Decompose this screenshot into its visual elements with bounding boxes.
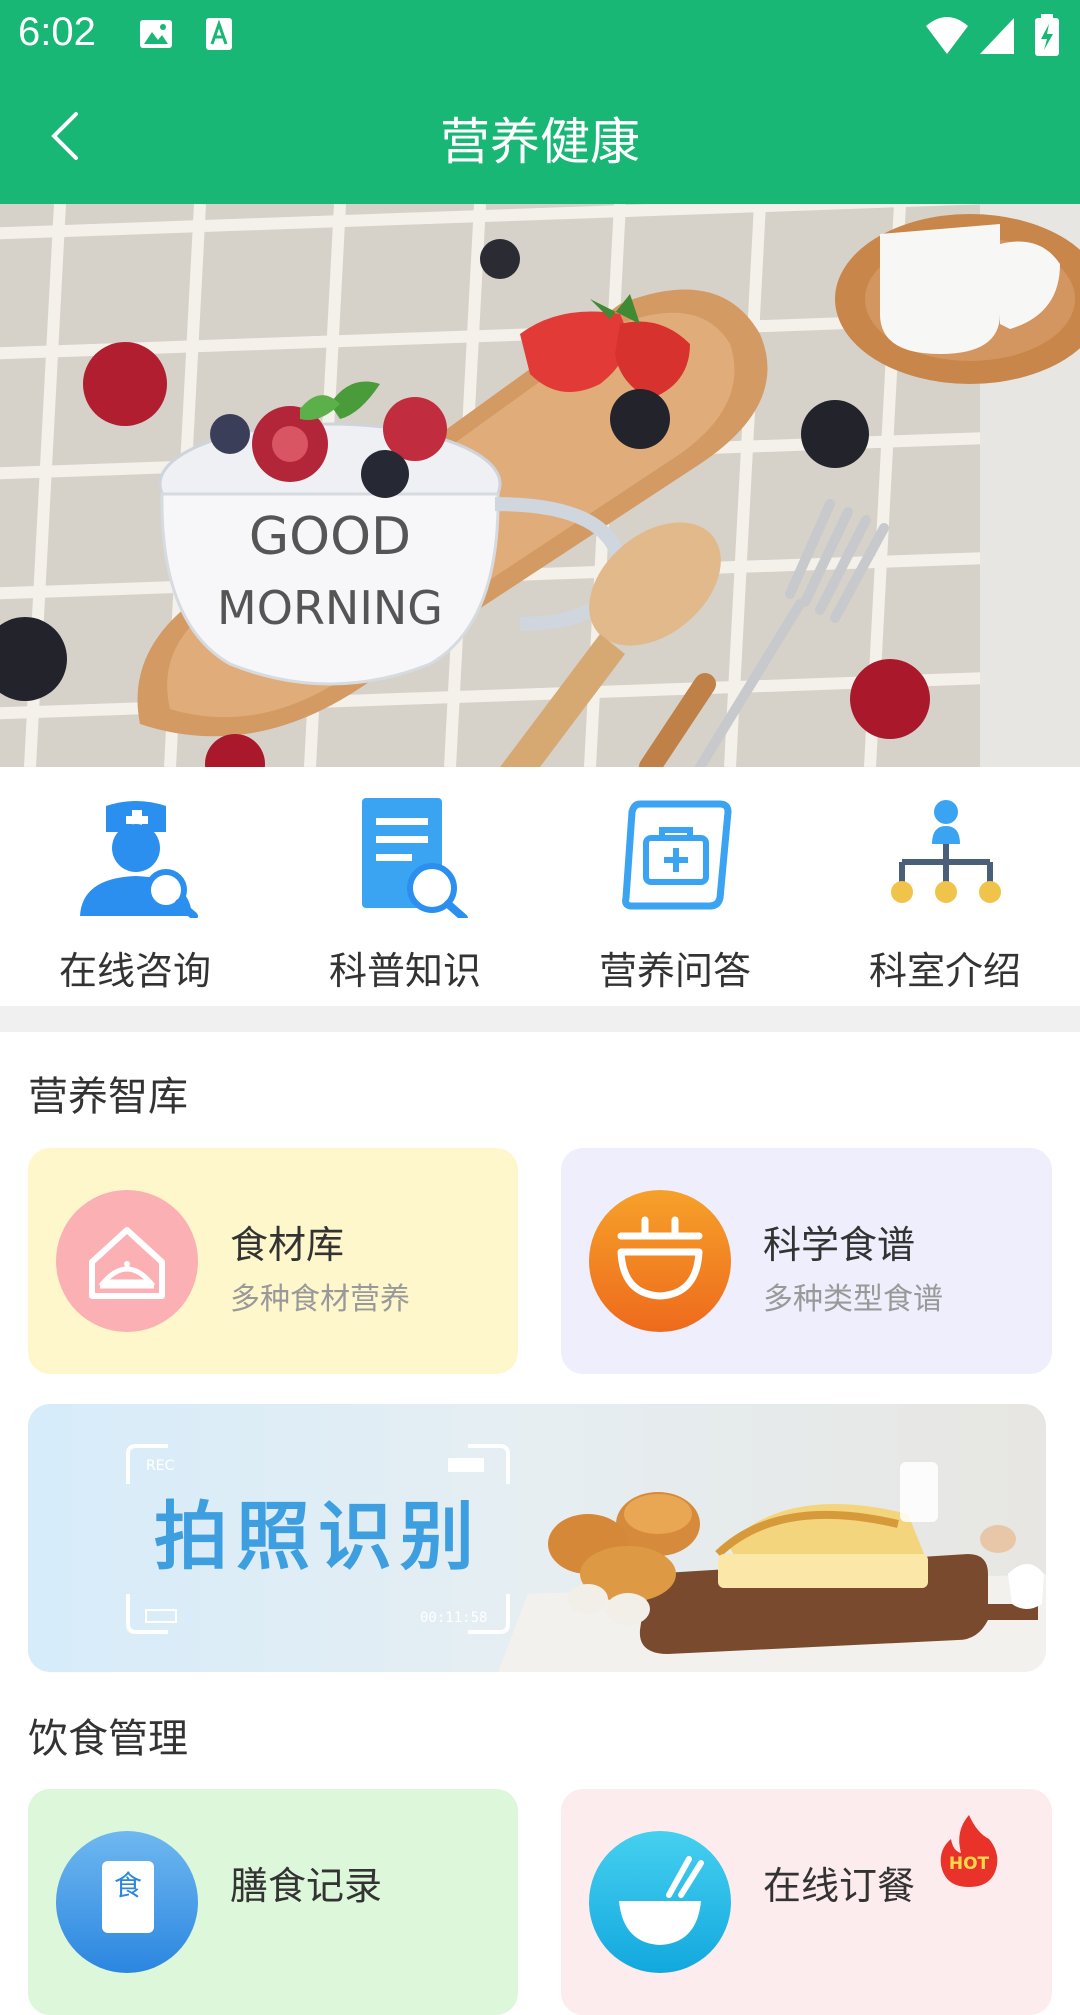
quick-item-label: 在线咨询 (58, 949, 211, 993)
hot-badge-text: HOT (949, 1854, 990, 1874)
record-book-char: 食 (114, 1869, 142, 1902)
medical-kit-icon (610, 798, 740, 918)
quick-item-science-knowledge[interactable]: 科普知识 (270, 788, 540, 998)
card-title: 在线订餐 (763, 1864, 916, 1908)
mug-text-morning: MORNING (217, 581, 443, 635)
section-title-nutrition-library: 营养智库 (28, 1074, 188, 1120)
font-notification-icon (200, 14, 240, 58)
fire-icon: HOT (940, 1815, 998, 1887)
app-bar: 营养健康 (0, 72, 1080, 204)
status-bar: 6:02 (0, 0, 1080, 72)
mug-text-good: GOOD (249, 507, 411, 567)
card-title: 食材库 (230, 1223, 345, 1267)
photo-recognition-banner[interactable]: REC 00:11:58 拍照识别 (28, 1404, 1046, 1672)
card-title: 膳食记录 (230, 1864, 383, 1908)
status-time: 6:02 (18, 10, 96, 54)
section-title-diet-management: 饮食管理 (28, 1716, 188, 1762)
org-chart-icon (880, 798, 1010, 918)
quick-item-label: 科室介绍 (868, 949, 1021, 993)
record-book-icon: 食 (56, 1831, 198, 1973)
meal-bowl-icon (589, 1831, 731, 1973)
card-online-ordering[interactable]: 在线订餐 HOT (561, 1789, 1052, 2015)
card-meal-record[interactable]: 食 膳食记录 (28, 1789, 518, 2015)
card-subtitle: 多种类型食谱 (763, 1282, 943, 1317)
rec-label: REC (146, 1458, 175, 1474)
hot-badge: HOT (937, 1813, 1001, 1889)
card-scientific-recipes[interactable]: 科学食谱 多种类型食谱 (561, 1148, 1052, 1374)
bowl-icon (589, 1190, 731, 1332)
wifi-icon (924, 14, 970, 62)
quick-item-online-consult[interactable]: 在线咨询 (0, 788, 270, 998)
image-notification-icon (136, 14, 176, 58)
cellular-signal-icon (978, 14, 1018, 62)
quick-item-department-intro[interactable]: 科室介绍 (810, 788, 1080, 998)
quick-menu: 在线咨询 科普知识 营养问答 科室介绍 (0, 768, 1080, 1006)
document-search-icon (340, 798, 470, 922)
timer-label: 00:11:58 (420, 1610, 487, 1626)
quick-item-label: 营养问答 (598, 949, 751, 993)
card-title: 科学食谱 (763, 1223, 916, 1267)
quick-item-nutrition-qa[interactable]: 营养问答 (540, 788, 810, 998)
photo-recognition-text: 拍照识别 (154, 1494, 482, 1580)
doctor-search-icon (70, 798, 200, 920)
card-subtitle: 多种食材营养 (230, 1282, 410, 1317)
battery-charging-icon (1034, 14, 1060, 62)
card-ingredient-library[interactable]: 食材库 多种食材营养 (28, 1148, 518, 1374)
hero-banner-image[interactable]: GOOD MORNING (0, 204, 1080, 767)
quick-item-label: 科普知识 (328, 949, 481, 993)
food-cover-icon (56, 1190, 198, 1332)
section-divider (0, 1006, 1080, 1032)
page-title: 营养健康 (440, 113, 640, 171)
